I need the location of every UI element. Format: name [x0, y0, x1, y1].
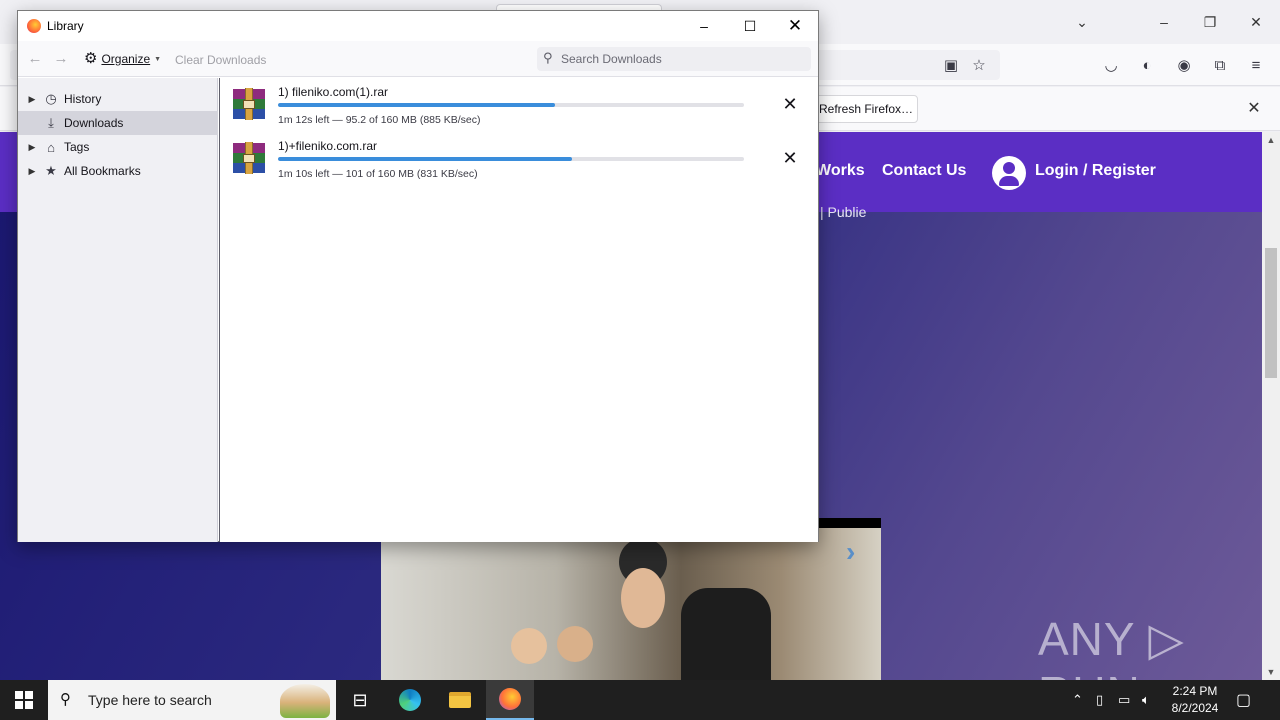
sidebar-item-history[interactable]: ▶ ◷ History [18, 87, 218, 111]
cancel-download-icon[interactable]: ✕ [778, 92, 802, 116]
library-toolbar: ← → ⚙ Organize ▼ Clear Downloads ⚲ [18, 41, 818, 77]
sidebar-item-downloads[interactable]: ⤓ Downloads [18, 111, 218, 135]
clock-time: 2:24 PM [1172, 684, 1218, 698]
tab-list-chevron-icon[interactable]: ⌄ [1070, 10, 1094, 34]
download-filename: 1) fileniko.com(1).rar [278, 85, 389, 99]
reader-view-icon[interactable]: ▣ [940, 54, 962, 76]
download-icon: ⤓ [48, 115, 54, 130]
device-icon[interactable]: ▯ [1096, 692, 1103, 708]
notification-center-icon[interactable]: ▢ [1236, 690, 1251, 710]
sidebar-item-label: Tags [64, 140, 90, 154]
clock-date: 8/2/2024 [1171, 701, 1219, 715]
carousel-next-icon[interactable]: › [846, 536, 855, 568]
rar-archive-icon [233, 88, 265, 120]
download-item[interactable]: 1)+fileniko.com.rar 1m 10s left — 101 of… [220, 132, 818, 186]
library-sidebar: ▶ ◷ History ⤓ Downloads ▶ ⌂ Tags ▶ ★ All… [18, 78, 218, 542]
firefox-logo-icon [27, 19, 41, 33]
expand-chevron-icon[interactable]: ▶ [26, 166, 38, 177]
taskbar-search-placeholder: Type here to search [88, 692, 212, 708]
download-progress-bar [278, 103, 744, 107]
page-scrollbar[interactable]: ▲ ▼ [1262, 132, 1280, 680]
file-explorer-icon[interactable] [436, 680, 484, 720]
clear-downloads-button[interactable]: Clear Downloads [175, 53, 266, 67]
library-minimize-button[interactable]: – [681, 11, 727, 41]
account-icon[interactable]: ◉ [1173, 54, 1195, 76]
organize-label: Organize [101, 52, 151, 66]
notification-close-icon[interactable]: ✕ [1244, 99, 1264, 119]
library-window: Library – ☐ ✕ ← → ⚙ Organize ▼ Clear Dow… [17, 10, 819, 542]
refresh-firefox-button[interactable]: Refresh Firefox… [810, 95, 918, 123]
sidebar-item-label: History [64, 92, 102, 106]
library-maximize-button[interactable]: ☐ [727, 11, 773, 41]
nav-link-login-register[interactable]: Login / Register [1035, 162, 1156, 180]
tray-overflow-chevron-icon[interactable]: ⌃ [1072, 692, 1083, 708]
rar-archive-icon [233, 142, 265, 174]
download-progress-bar [278, 157, 744, 161]
nav-link-works[interactable]: Works [816, 162, 865, 180]
library-titlebar[interactable]: Library – ☐ ✕ [18, 11, 818, 41]
downloads-list: 1) fileniko.com(1).rar 1m 12s left — 95.… [219, 78, 818, 542]
download-status: 1m 10s left — 101 of 160 MB (831 KB/sec) [278, 168, 478, 180]
firefox-taskbar-icon[interactable] [486, 680, 534, 720]
taskbar-search-box[interactable]: ⚲ Type here to search [48, 680, 336, 720]
windows-logo-icon [15, 691, 33, 709]
scroll-up-icon[interactable]: ▲ [1262, 132, 1280, 148]
video-frame-bar [818, 518, 881, 528]
search-downloads-box[interactable]: ⚲ [537, 47, 811, 71]
library-close-button[interactable]: ✕ [772, 11, 818, 41]
download-status: 1m 12s left — 95.2 of 160 MB (885 KB/sec… [278, 114, 481, 126]
user-avatar-icon[interactable] [992, 156, 1026, 190]
page-subtext: | Publie [820, 204, 867, 220]
sidebar-item-label: All Bookmarks [64, 164, 141, 178]
windows-taskbar: ⚲ Type here to search ⊟ ⌃ ▯ ▭ 🔈︎ 2:24 PM… [0, 680, 1280, 720]
sidebar-item-tags[interactable]: ▶ ⌂ Tags [18, 135, 218, 159]
network-icon[interactable]: ▭ [1118, 692, 1130, 708]
vpn-extension-icon[interactable]: ◐ [1136, 54, 1158, 76]
expand-chevron-icon[interactable]: ▶ [26, 94, 38, 105]
sidebar-item-all-bookmarks[interactable]: ▶ ★ All Bookmarks [18, 159, 218, 183]
video-thumbnail[interactable] [381, 518, 881, 680]
volume-icon[interactable]: 🔈︎ [1142, 692, 1150, 708]
download-filename: 1)+fileniko.com.rar [278, 139, 378, 153]
search-icon: ⚲ [543, 50, 553, 65]
extensions-icon[interactable]: ⧉ [1209, 54, 1231, 76]
bookmark-star-icon[interactable]: ☆ [968, 54, 990, 76]
cancel-download-icon[interactable]: ✕ [778, 146, 802, 170]
sidebar-item-label: Downloads [64, 116, 124, 130]
download-progress-fill [278, 103, 556, 107]
pocket-icon[interactable]: ◡ [1100, 54, 1122, 76]
search-downloads-input[interactable] [561, 50, 801, 68]
library-title: Library [47, 19, 84, 33]
task-view-icon[interactable]: ⊟ [336, 680, 384, 720]
system-clock[interactable]: 2:24 PM 8/2/2024 [1166, 683, 1224, 717]
search-icon: ⚲ [60, 691, 71, 708]
restore-icon[interactable]: ❐ [1198, 10, 1222, 34]
search-highlight-image [280, 684, 330, 718]
scroll-thumb[interactable] [1265, 248, 1277, 378]
tag-icon: ⌂ [47, 139, 55, 155]
minimize-icon[interactable]: – [1152, 10, 1176, 34]
forward-arrow-icon[interactable]: → [51, 49, 71, 69]
back-arrow-icon[interactable]: ← [25, 49, 45, 69]
download-progress-fill [278, 157, 573, 161]
organize-menu-button[interactable]: ⚙ Organize ▼ [84, 50, 161, 68]
expand-chevron-icon[interactable]: ▶ [26, 142, 38, 153]
clock-icon: ◷ [45, 91, 57, 106]
edge-browser-icon[interactable] [386, 680, 434, 720]
star-icon: ★ [45, 163, 57, 178]
nav-link-contact-us[interactable]: Contact Us [882, 162, 966, 180]
dropdown-caret-icon: ▼ [154, 55, 162, 63]
menu-icon[interactable]: ≡ [1245, 54, 1267, 76]
download-item[interactable]: 1) fileniko.com(1).rar 1m 12s left — 95.… [220, 78, 818, 132]
gear-icon: ⚙ [84, 50, 98, 67]
close-icon[interactable]: ✕ [1244, 10, 1268, 34]
start-button[interactable] [0, 680, 48, 720]
